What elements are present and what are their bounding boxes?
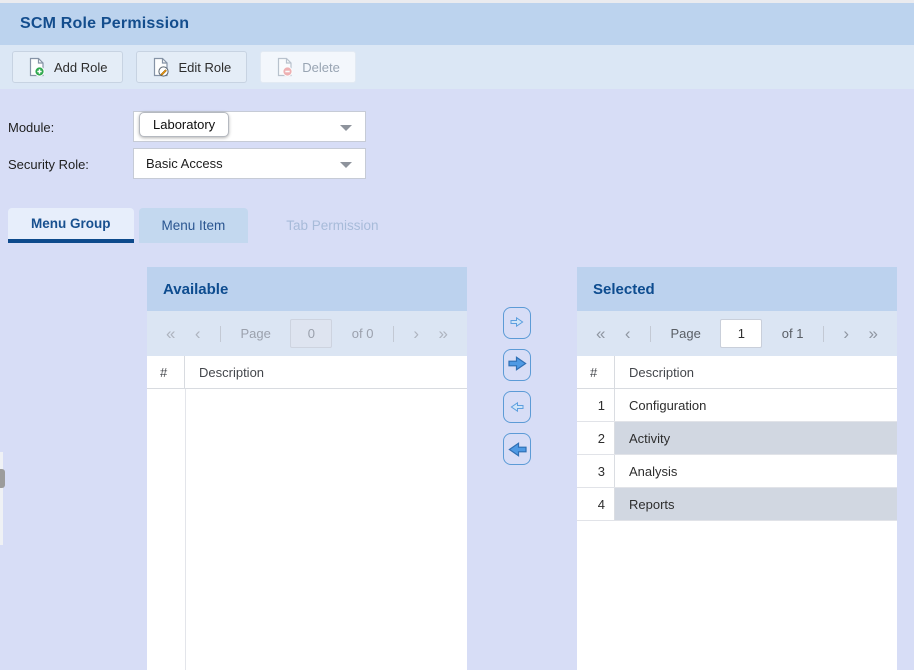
module-value-tooltip: Laboratory [139,112,230,137]
row-description: Reports [615,488,897,520]
tab-menu-item[interactable]: Menu Item [138,208,249,243]
page-of-label: of 1 [781,326,804,341]
module-label: Module: [8,120,55,135]
row-number: 3 [577,455,615,487]
security-role-value: Basic Access [146,156,223,171]
move-selected-left-button[interactable] [503,391,531,423]
available-grid: # Description [147,356,467,670]
column-header-number[interactable]: # [577,356,615,388]
security-role-label: Security Role: [8,157,89,172]
move-all-right-button[interactable] [503,349,531,381]
arrow-right-icon [510,316,524,331]
delete-button[interactable]: Delete [260,51,356,83]
row-description: Configuration [629,397,707,413]
arrow-left-icon [510,401,524,413]
tab-menu-item-label: Menu Item [161,218,226,233]
edit-role-button[interactable]: Edit Role [136,51,248,83]
delete-icon [276,57,293,77]
page-label: Page [670,326,701,341]
toolbar: Add Role Edit Role Delete [0,45,914,89]
security-role-dropdown[interactable]: Basic Access [133,148,366,179]
page-title: SCM Role Permission [20,15,190,32]
transfer-controls [503,307,531,465]
page-number-input[interactable] [290,319,333,348]
arrow-left-all-icon [507,441,527,457]
selected-title: Selected [593,280,655,298]
row-number: 4 [577,488,615,520]
tab-tab-permission[interactable]: Tab Permission [263,208,401,243]
next-page-icon[interactable]: › [413,325,419,342]
selected-grid: # Description 1 Configuration 2 Activity… [577,356,897,670]
titlebar: SCM Role Permission [0,3,914,45]
row-number: 2 [577,422,615,454]
first-page-icon[interactable]: « [166,325,175,342]
splitter-collapse-handle[interactable] [0,469,5,488]
tab-menu-group[interactable]: Menu Group [8,208,134,243]
pager-separator [220,325,222,342]
add-role-button[interactable]: Add Role [12,51,124,83]
selected-grid-header: # Description [577,356,897,389]
add-role-icon [28,57,45,77]
column-header-description[interactable]: Description [185,356,467,388]
tab-menu-group-label: Menu Group [31,216,111,231]
pager-separator [392,325,394,342]
available-pager: « ‹ Page of 0 › » [147,311,467,356]
available-panel-header: Available [147,267,467,311]
table-row[interactable]: 4 Reports [577,488,897,521]
arrow-right-all-icon [507,356,527,374]
add-role-label: Add Role [54,59,108,75]
selected-panel-header: Selected [577,267,897,311]
pager-separator [650,325,652,342]
available-grid-header: # Description [147,356,467,389]
column-header-description[interactable]: Description [615,356,897,388]
tab-bar: Menu Group Menu Item Tab Permission [8,208,402,243]
chevron-down-icon [340,162,352,168]
available-panel: Available « ‹ Page of 0 › » # Descriptio… [147,267,467,670]
page-label: Page [240,326,271,341]
row-description: Analysis [629,463,678,479]
edit-role-label: Edit Role [178,59,232,75]
prev-page-icon[interactable]: ‹ [625,325,631,342]
page-number-input[interactable] [720,319,763,348]
chevron-down-icon [340,125,352,131]
move-selected-right-button[interactable] [503,307,531,339]
row-number: 1 [577,389,615,421]
last-page-icon[interactable]: » [439,325,448,342]
table-row[interactable]: 2 Activity [577,422,897,455]
page-of-label: of 0 [351,326,374,341]
selected-panel: Selected « ‹ Page of 1 › » # Description… [577,267,897,670]
row-description: Activity [615,422,897,454]
pager-separator [822,325,824,342]
grid-column-divider [185,389,186,670]
available-title: Available [163,280,229,298]
next-page-icon[interactable]: › [843,325,849,342]
selected-pager: « ‹ Page of 1 › » [577,311,897,356]
table-row[interactable]: 1 Configuration [577,389,897,422]
tab-tab-permission-label: Tab Permission [286,218,379,233]
column-header-number[interactable]: # [147,356,185,388]
table-row[interactable]: 3 Analysis [577,455,897,488]
edit-role-icon [152,57,170,77]
splitter-track [0,452,3,545]
move-all-left-button[interactable] [503,433,531,465]
prev-page-icon[interactable]: ‹ [195,325,201,342]
delete-label: Delete [302,59,340,75]
first-page-icon[interactable]: « [596,325,605,342]
last-page-icon[interactable]: » [869,325,878,342]
